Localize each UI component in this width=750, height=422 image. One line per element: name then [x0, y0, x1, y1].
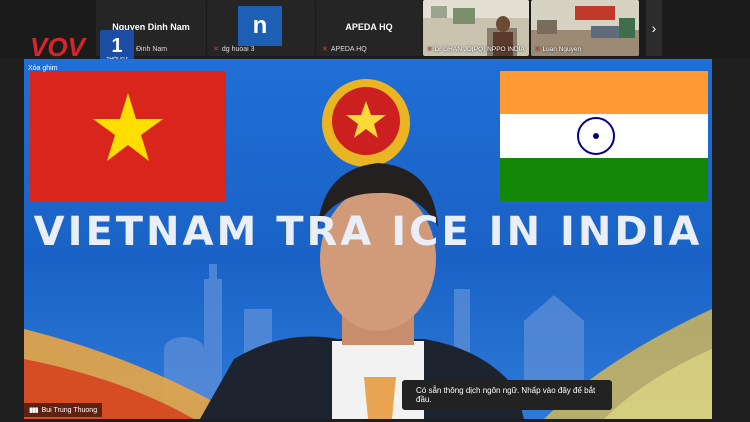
- speaker-name: Bui Trung Thuong: [41, 406, 98, 414]
- participant-label: ✕ Luan Nguyen: [535, 45, 581, 53]
- participant-tile[interactable]: n ✕ dg huoai 3: [207, 0, 315, 56]
- mic-muted-icon: ✕: [427, 46, 433, 53]
- interpretation-prompt-text: Có sẵn thông dịch ngôn ngữ. Nhấp vào đây…: [416, 386, 596, 404]
- participant-label-text: dg huoai 3: [221, 46, 255, 53]
- participant-label-text: Dr GHAN JD(PQ) NPPO INDIA: [434, 46, 525, 53]
- avatar-letter: n: [252, 12, 268, 39]
- avatar: n: [238, 6, 282, 46]
- participant-label: ✕ dg huoai 3: [213, 45, 255, 53]
- participant-label: ✕ Dr GHAN JD(PQ) NPPO INDIA: [427, 45, 525, 53]
- participant-label-text: Luan Nguyen: [542, 46, 582, 53]
- unpin-label[interactable]: Xóa ghim: [28, 65, 58, 72]
- banner-text: VIETNAM TRA ICE IN INDIA: [33, 209, 703, 255]
- speaker-name-tag: ▮▮▮ Bui Trung Thuong: [24, 403, 103, 417]
- signal-bars-icon: ▮▮▮: [29, 407, 39, 414]
- vov-logo-text: VOV: [30, 32, 88, 62]
- participant-label: ✕ APEDA HQ: [322, 45, 367, 53]
- participant-video-tile[interactable]: ✕ Dr GHAN JD(PQ) NPPO INDIA: [423, 0, 529, 56]
- vov-channel-number: 1: [111, 35, 122, 57]
- vietnam-flag: [30, 71, 226, 201]
- mic-muted-icon: ✕: [535, 46, 541, 53]
- mic-muted-icon: ✕: [213, 46, 219, 53]
- participant-label-text: Đinh Nam: [136, 46, 168, 53]
- india-flag: [500, 71, 708, 201]
- vietnam-emblem: [322, 79, 410, 167]
- chevron-right-icon[interactable]: ›: [646, 0, 662, 56]
- participant-video-tile[interactable]: ✕ Luan Nguyen: [531, 0, 639, 56]
- mic-muted-icon: ✕: [322, 46, 328, 53]
- participant-label-text: APEDA HQ: [330, 46, 367, 53]
- main-video[interactable]: VIETNAM TRA ICE IN INDIA Xóa ghim: [24, 59, 712, 419]
- participant-label: Đinh Nam: [136, 46, 167, 53]
- participant-name: APEDA HQ: [345, 22, 393, 32]
- interpretation-prompt[interactable]: Có sẵn thông dịch ngôn ngữ. Nhấp vào đây…: [402, 380, 612, 410]
- participant-tile[interactable]: APEDA HQ ✕ APEDA HQ: [316, 0, 422, 56]
